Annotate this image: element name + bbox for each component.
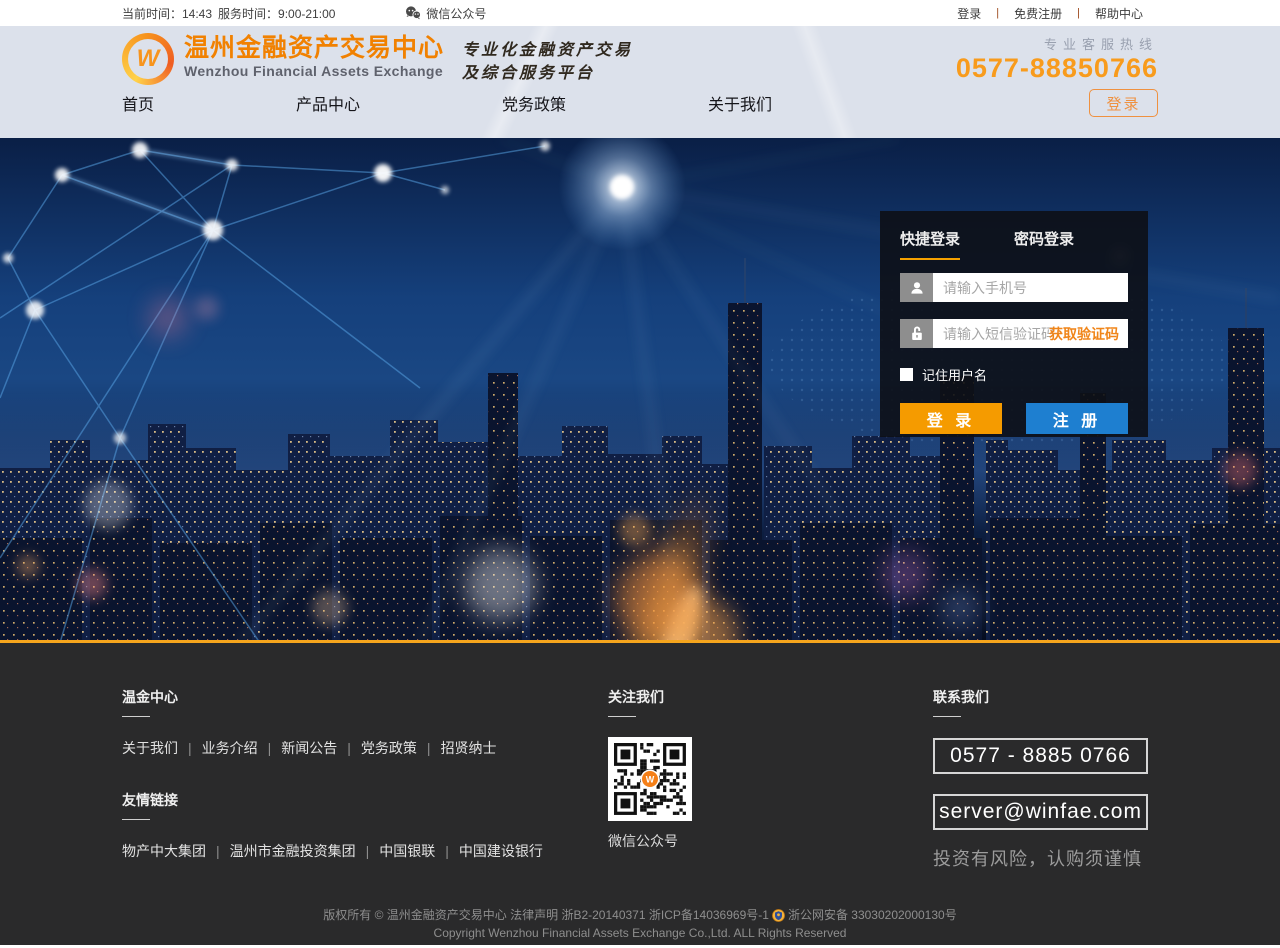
friend-link-unionpay[interactable]: 中国银联 (379, 843, 435, 859)
remember-label: 记住用户名 (922, 365, 987, 384)
footer: 温金中心 关于我们 | 业务介绍 | 新闻公告 | 党务政策 | 招贤纳士 友情链接 物产中大集… (0, 643, 1280, 945)
heading-rule (608, 716, 636, 717)
get-code-link[interactable]: 获取验证码 (1049, 324, 1119, 344)
friend-link-ccb[interactable]: 中国建设银行 (459, 843, 543, 859)
separator: | (366, 843, 370, 859)
register-button[interactable]: 注 册 (1026, 403, 1128, 434)
separator: | (1077, 7, 1080, 19)
nav-item-party-policy[interactable]: 党务政策 (502, 91, 566, 115)
login-tabs: 快捷登录 密码登录 (900, 228, 1128, 260)
site-header: W 温州金融资产交易中心 Wenzhou Financial Assets Ex… (0, 26, 1280, 138)
footer-follow-title: 关注我们 (608, 687, 933, 707)
tab-quick-login[interactable]: 快捷登录 (900, 228, 960, 260)
brand-logo-icon: W (122, 33, 174, 85)
footer-link-business[interactable]: 业务介绍 (202, 740, 258, 756)
wechat-public-account-link[interactable]: 微信公众号 (405, 5, 486, 22)
footer-contact-title: 联系我们 (933, 687, 1158, 707)
friend-link-wuchan[interactable]: 物产中大集团 (122, 843, 206, 859)
brand-title-en: Wenzhou Financial Assets Exchange (184, 63, 444, 79)
footer-follow-column: 关注我们 W 微信公众号 (608, 687, 933, 871)
risk-notice: 投资有风险，认购须谨慎 (933, 845, 1158, 871)
topbar-login-link[interactable]: 登录 (957, 5, 981, 22)
hotline-label: 专业客服热线 (956, 34, 1158, 53)
remember-username-row: 记住用户名 (900, 365, 1128, 384)
footer-friend-links: 物产中大集团 | 温州市金融投资集团 | 中国银联 | 中国建设银行 (122, 841, 608, 861)
nav-item-about[interactable]: 关于我们 (708, 91, 772, 115)
separator: | (216, 843, 220, 859)
separator: | (445, 843, 449, 859)
nav-item-products[interactable]: 产品中心 (296, 91, 360, 115)
contact-phone: 0577 - 8885 0766 (933, 738, 1148, 774)
phone-input[interactable] (933, 273, 1128, 302)
login-button[interactable]: 登 录 (900, 403, 1002, 434)
heading-rule (122, 819, 150, 820)
topbar: 当前时间：14:43 服务时间：9:00-21:00 微信公众号 登录 | (0, 0, 1280, 26)
police-badge-icon (772, 909, 785, 922)
topbar-help-link[interactable]: 帮助中心 (1095, 5, 1143, 22)
heading-rule (122, 716, 150, 717)
main-nav: 首页 产品中心 党务政策 关于我们 登录 (122, 89, 1158, 117)
heading-rule (933, 716, 961, 717)
footer-link-news[interactable]: 新闻公告 (281, 740, 337, 756)
tab-password-login[interactable]: 密码登录 (1014, 228, 1074, 260)
tagline-line2: 及综合服务平台 (462, 61, 633, 84)
topbar-register-link[interactable]: 免费注册 (1014, 5, 1062, 22)
footer-center-title: 温金中心 (122, 687, 608, 707)
friend-link-wenzhou-finance[interactable]: 温州市金融投资集团 (230, 843, 356, 859)
remember-checkbox[interactable] (900, 368, 913, 381)
wechat-qr-code: W (608, 737, 692, 821)
nav-item-home[interactable]: 首页 (122, 91, 154, 115)
separator: | (996, 7, 999, 19)
separator: | (347, 740, 351, 756)
copyright: 版权所有 © 温州金融资产交易中心 法律声明 浙B2-20140371 浙ICP… (0, 906, 1280, 942)
current-time-label: 当前时间：14:43 (122, 5, 212, 22)
tagline-line1: 专业化金融资产交易 (462, 38, 633, 61)
qr-caption: 微信公众号 (608, 831, 933, 851)
copyright-line1: 版权所有 © 温州金融资产交易中心 法律声明 浙B2-20140371 浙ICP… (0, 906, 1280, 924)
sms-field-row: 获取验证码 (900, 319, 1128, 348)
contact-email: server@winfae.com (933, 794, 1148, 830)
svg-text:W: W (646, 775, 655, 785)
brand-title-zh: 温州金融资产交易中心 (184, 33, 444, 63)
separator: | (427, 740, 431, 756)
login-panel: 快捷登录 密码登录 获取验证码 (880, 211, 1148, 437)
service-hotline: 专业客服热线 0577-88850766 (956, 33, 1158, 84)
wechat-icon (405, 6, 421, 20)
nav-login-button[interactable]: 登录 (1089, 89, 1158, 117)
footer-center-column: 温金中心 关于我们 | 业务介绍 | 新闻公告 | 党务政策 | 招贤纳士 友情链接 物产中大集… (122, 687, 608, 871)
brand-tagline: 专业化金融资产交易 及综合服务平台 (462, 33, 633, 84)
footer-friends-title: 友情链接 (122, 790, 608, 810)
lock-icon (900, 319, 933, 348)
phone-field-row (900, 273, 1128, 302)
user-icon (900, 273, 933, 302)
service-time-label: 服务时间：9:00-21:00 (218, 5, 335, 22)
separator: | (188, 740, 192, 756)
hero-banner: 快捷登录 密码登录 获取验证码 (0, 138, 1280, 643)
footer-link-about[interactable]: 关于我们 (122, 740, 178, 756)
copyright-line2: Copyright Wenzhou Financial Assets Excha… (0, 924, 1280, 942)
footer-contact-column: 联系我们 0577 - 8885 0766 server@winfae.com … (933, 687, 1158, 871)
wechat-label: 微信公众号 (426, 5, 486, 22)
hotline-number: 0577-88850766 (956, 53, 1158, 84)
separator: | (268, 740, 272, 756)
footer-link-party-policy[interactable]: 党务政策 (361, 740, 417, 756)
footer-center-links: 关于我们 | 业务介绍 | 新闻公告 | 党务政策 | 招贤纳士 (122, 738, 608, 758)
footer-link-careers[interactable]: 招贤纳士 (441, 740, 497, 756)
